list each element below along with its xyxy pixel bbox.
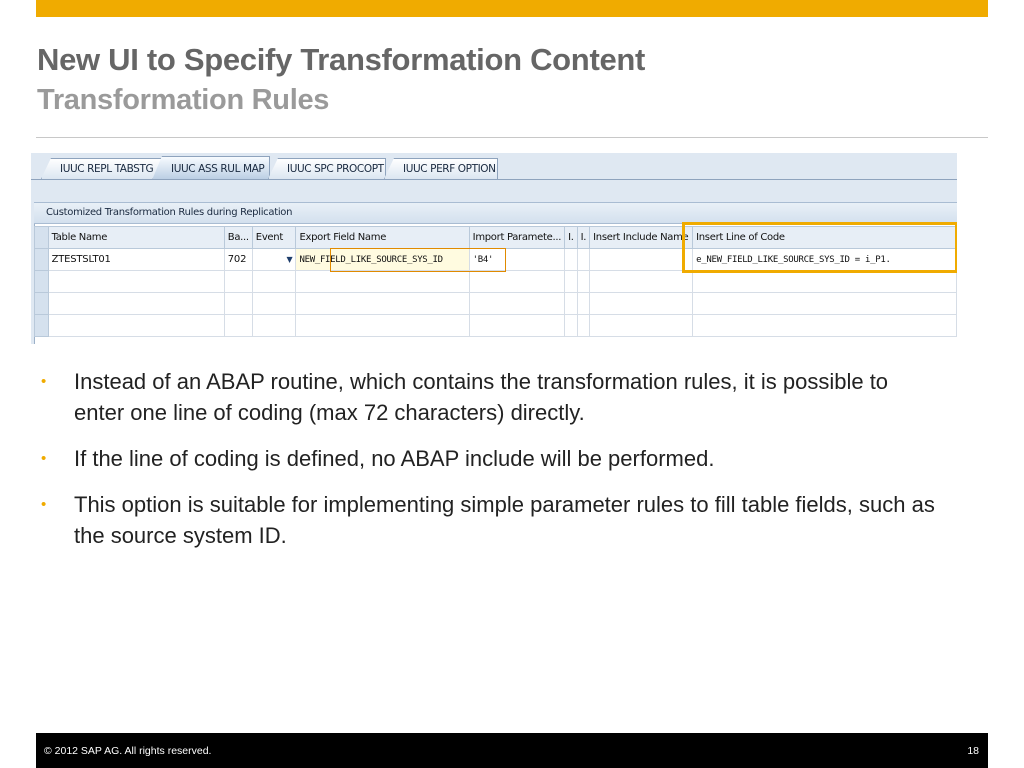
table-row[interactable] (34, 270, 957, 293)
cell-table-name[interactable]: ZTESTSLT01 (47, 248, 225, 271)
panel-title: Customized Transformation Rules during R… (34, 202, 957, 224)
bullet-dot-icon: • (41, 373, 47, 390)
row-selector[interactable] (34, 292, 49, 315)
cell-i1[interactable] (564, 248, 578, 271)
tab-iuuc-perf-option[interactable]: IUUC PERF OPTION (384, 158, 498, 179)
tab-iuuc-spc-procopt[interactable]: IUUC SPC PROCOPT (268, 158, 386, 179)
col-header-event[interactable]: Event (251, 226, 297, 249)
cell-ba[interactable]: 702 (223, 248, 253, 271)
row-selector[interactable] (34, 270, 49, 293)
page-number: 18 (967, 745, 979, 757)
col-header-i1[interactable]: I. (564, 226, 578, 249)
bullet-item: • If the line of coding is defined, no AB… (37, 443, 937, 474)
row-selector[interactable] (34, 248, 49, 271)
footer-bar: © 2012 SAP AG. All rights reserved. 18 (36, 733, 988, 768)
slide-title: New UI to Specify Transformation Content (37, 42, 646, 77)
col-header-export-field[interactable]: Export Field Name (295, 226, 470, 249)
bullet-item: • This option is suitable for implementin… (37, 489, 937, 551)
cell-i2[interactable] (576, 248, 591, 271)
row-selector[interactable] (34, 314, 49, 337)
tab-strip: IUUC REPL TABSTG IUUC ASS RUL MAP IUUC S… (31, 153, 957, 180)
title-divider (36, 137, 988, 138)
dropdown-arrow-icon[interactable]: ▼ (287, 255, 293, 264)
bullet-dot-icon: • (41, 450, 47, 467)
table-row[interactable] (34, 314, 957, 337)
table-row[interactable] (34, 292, 957, 315)
slide-subtitle: Transformation Rules (37, 84, 330, 116)
col-header-i2[interactable]: I. (576, 226, 591, 249)
row-selector-header[interactable] (34, 226, 49, 249)
col-header-import-param[interactable]: Import Paramete... (468, 226, 566, 249)
line-of-code-highlight (682, 222, 957, 273)
col-header-ba[interactable]: Ba... (223, 226, 253, 249)
bullet-dot-icon: • (41, 496, 47, 513)
col-header-include-name[interactable]: Insert Include Name (589, 226, 694, 249)
col-header-table-name[interactable]: Table Name (47, 226, 225, 249)
tab-iuuc-ass-rul-map[interactable]: IUUC ASS RUL MAP (152, 156, 270, 180)
tab-iuuc-repl-tabstg[interactable]: IUUC REPL TABSTG (41, 158, 162, 179)
cell-include-name[interactable] (589, 248, 694, 271)
sap-screenshot: IUUC REPL TABSTG IUUC ASS RUL MAP IUUC S… (31, 153, 957, 344)
export-field-focus-outline (330, 248, 506, 272)
top-accent-bar (36, 0, 988, 17)
footer-copyright: © 2012 SAP AG. All rights reserved. (44, 745, 212, 757)
bullet-item: • Instead of an ABAP routine, which conta… (37, 366, 937, 428)
bullet-list: • Instead of an ABAP routine, which conta… (37, 366, 937, 566)
cell-event[interactable]: ▼ (251, 248, 297, 271)
